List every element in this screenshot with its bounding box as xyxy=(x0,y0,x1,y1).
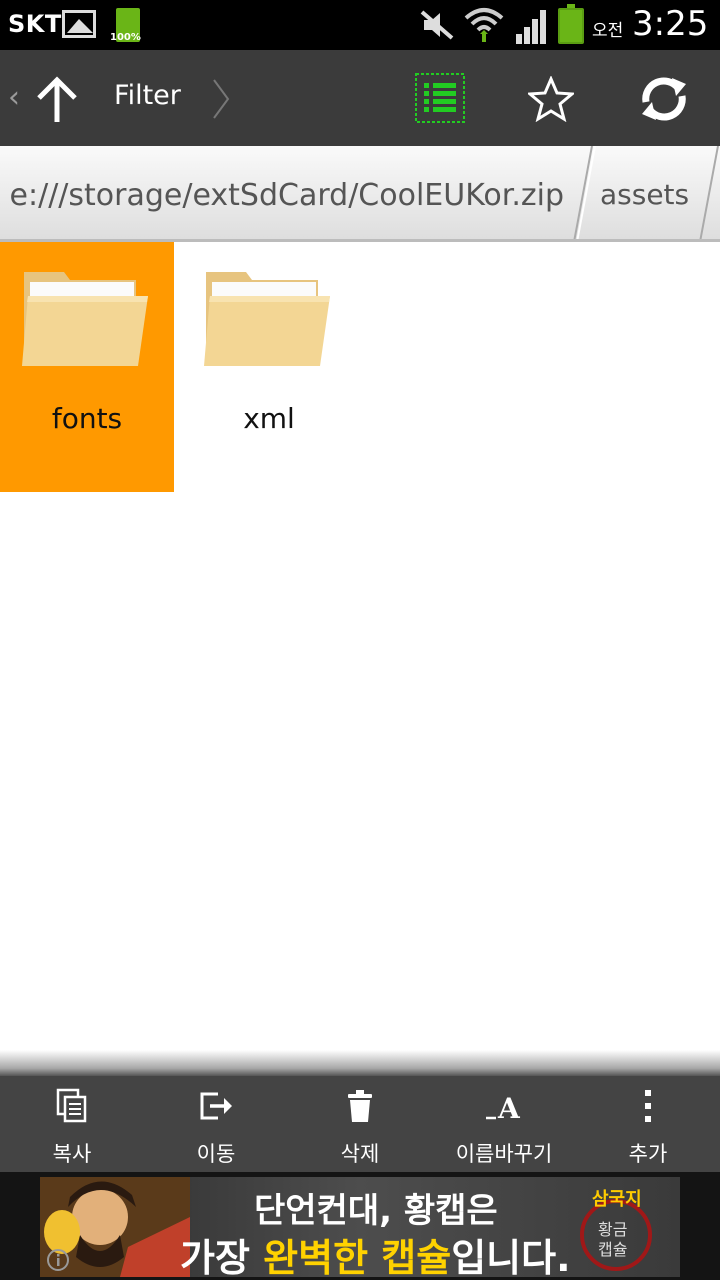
copy-button[interactable]: 복사 xyxy=(0,1076,144,1172)
action-bar: ‹ Filter xyxy=(0,50,720,146)
rename-label: 이름바꾸기 xyxy=(455,1142,553,1166)
move-button[interactable]: 이동 xyxy=(144,1076,288,1172)
delete-button[interactable]: 삭제 xyxy=(288,1076,432,1172)
rename-button[interactable]: A 이름바꾸기 xyxy=(432,1076,576,1172)
back-chevron-icon[interactable]: ‹ xyxy=(8,80,20,115)
signal-icon xyxy=(516,10,546,44)
ad-banner[interactable]: 단언컨대, 황캡은 가장 완벽한 캡슐입니다. 삼국지 황금 캡슐 xyxy=(40,1177,680,1277)
star-icon[interactable] xyxy=(528,76,574,122)
copy-icon xyxy=(56,1088,87,1123)
refresh-icon[interactable] xyxy=(638,74,690,124)
ad-area: 단언컨대, 황캡은 가장 완벽한 캡슐입니다. 삼국지 황금 캡슐 xyxy=(0,1172,720,1280)
ampm-label: 오전 xyxy=(592,21,624,41)
bottom-toolbar: 복사 이동 삭제 A 이름바꾸기 추가 xyxy=(0,1076,720,1172)
battery-percent: 100% xyxy=(110,32,141,43)
more-button[interactable]: 추가 xyxy=(576,1076,720,1172)
more-icon xyxy=(645,1090,651,1122)
move-label: 이동 xyxy=(196,1142,236,1166)
list-view-icon[interactable] xyxy=(414,72,466,124)
copy-label: 복사 xyxy=(52,1142,92,1166)
chevron-right-icon xyxy=(213,79,230,119)
up-arrow-icon[interactable] xyxy=(34,74,80,124)
status-bar: SKT 100% 오전 3:25 xyxy=(0,0,720,50)
svg-text:캡슐: 캡슐 xyxy=(598,1240,627,1259)
svg-text:삼국지: 삼국지 xyxy=(592,1189,642,1210)
breadcrumb-separator xyxy=(573,146,596,239)
folder-icon xyxy=(22,272,148,366)
folder-icon xyxy=(204,272,330,366)
path-breadcrumb: e:///storage/extSdCard/CoolEUKor.zip ass… xyxy=(0,146,720,242)
battery-icon xyxy=(558,4,584,44)
carrier-label: SKT xyxy=(8,10,62,38)
rename-icon: A xyxy=(486,1092,521,1124)
svg-text:황금: 황금 xyxy=(598,1220,627,1239)
ad-logo: 삼국지 황금 캡슐 xyxy=(580,1189,652,1271)
delete-label: 삭제 xyxy=(340,1142,380,1166)
more-label: 추가 xyxy=(628,1142,668,1166)
ad-info-icon[interactable] xyxy=(46,1248,70,1272)
breadcrumb-separator-end xyxy=(699,146,719,239)
breadcrumb-assets[interactable]: assets xyxy=(600,178,689,211)
breadcrumb-zip-path[interactable]: e:///storage/extSdCard/CoolEUKor.zip xyxy=(10,178,564,213)
folder-label: fonts xyxy=(51,402,123,435)
filter-title[interactable]: Filter xyxy=(114,80,181,111)
toolbar-shadow xyxy=(0,1050,720,1076)
folder-tile-xml[interactable]: xml xyxy=(182,242,356,492)
wifi-icon xyxy=(464,8,504,42)
clock: 3:25 xyxy=(632,4,709,44)
ad-subline: 가장 완벽한 캡슐입니다. xyxy=(180,1236,571,1277)
ad-headline: 단언컨대, 황캡은 xyxy=(254,1191,498,1231)
folder-label: xml xyxy=(243,402,295,435)
move-icon xyxy=(200,1092,232,1120)
folder-tile-fonts[interactable]: fonts xyxy=(0,242,174,492)
picture-notification-icon xyxy=(62,10,96,38)
mute-icon xyxy=(420,10,454,40)
svg-text:A: A xyxy=(497,1092,521,1124)
trash-icon xyxy=(348,1090,372,1122)
